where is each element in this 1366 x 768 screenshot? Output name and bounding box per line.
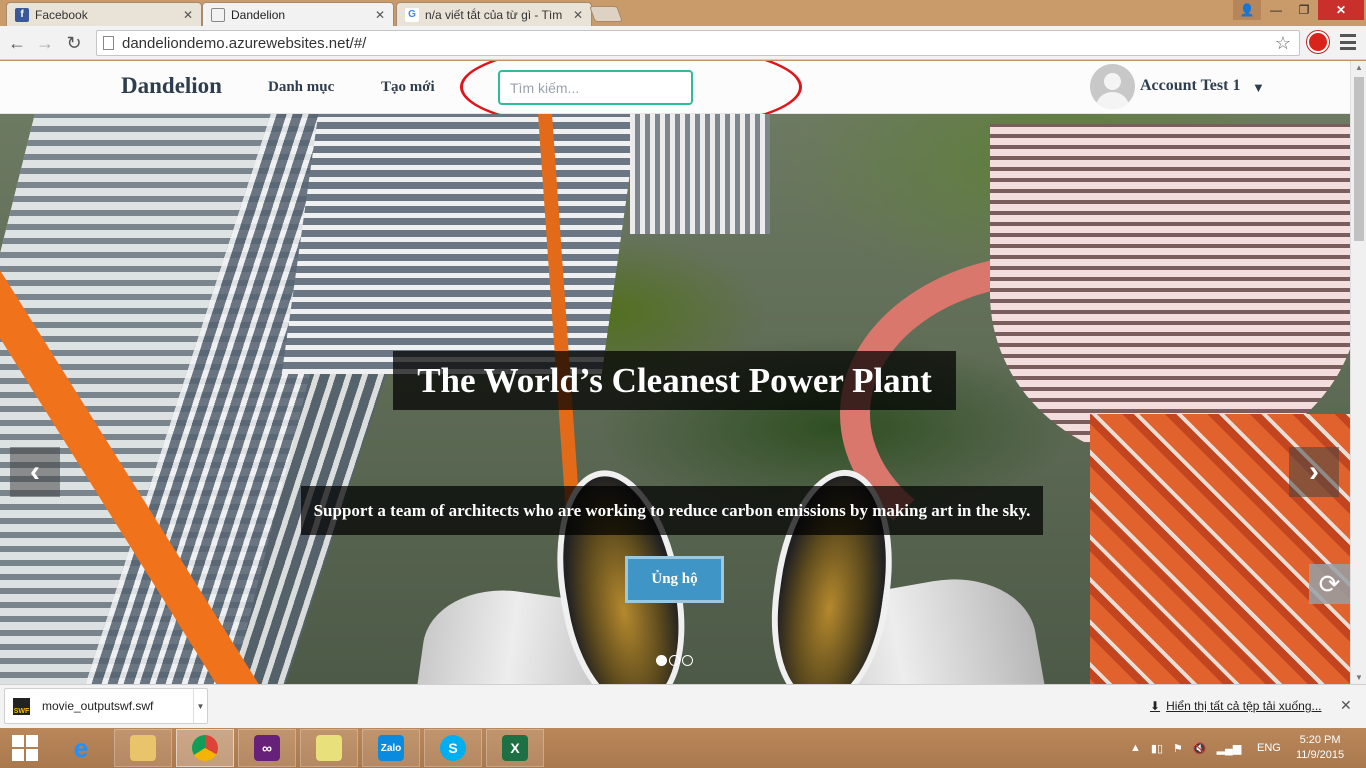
hero-photo-building	[630, 114, 770, 234]
tab-dandelion[interactable]: Dandelion ✕	[202, 2, 394, 26]
download-arrow-icon: ⬇	[1150, 699, 1161, 713]
hero-photo-building	[281, 114, 639, 374]
flag-icon[interactable]: ⚑	[1173, 742, 1183, 755]
chevron-down-icon[interactable]: ▼	[193, 689, 207, 723]
minimize-button[interactable]: —	[1262, 0, 1290, 20]
network-icon[interactable]: ▮▯	[1151, 742, 1163, 755]
bookmark-star-icon[interactable]: ☆	[1275, 33, 1291, 54]
nav-categories[interactable]: Danh mục	[268, 79, 334, 96]
reload-icon[interactable]: ↻	[63, 32, 85, 54]
site-brand[interactable]: Dandelion	[121, 73, 222, 99]
taskbar-skype[interactable]: S	[424, 729, 482, 767]
avatar[interactable]	[1090, 64, 1135, 109]
nav-create[interactable]: Tạo mới	[381, 79, 435, 96]
chrome-icon	[192, 735, 218, 761]
chrome-menu-icon[interactable]	[1340, 34, 1356, 50]
windows-taskbar: e ∞ Zalo S X ▲ ▮▯ ⚑ 🔇 ▂▄▆ ENG 5:20 PM 11…	[0, 728, 1366, 768]
hero-title: The World’s Cleanest Power Plant	[393, 351, 956, 410]
sticky-notes-icon	[316, 735, 342, 761]
google-icon: G	[405, 7, 419, 22]
url-text: dandeliondemo.azurewebsites.net/#/	[122, 34, 367, 52]
support-button[interactable]: Ủng hộ	[625, 556, 724, 603]
folder-icon	[130, 735, 156, 761]
swf-file-icon: SWF	[13, 697, 30, 715]
download-item[interactable]: SWF movie_outputswf.swf ▼	[4, 688, 208, 724]
browser-toolbar: ← → ↻ dandeliondemo.azurewebsites.net/#/…	[0, 26, 1366, 60]
language-indicator[interactable]: ENG	[1257, 742, 1281, 754]
scroll-down-icon[interactable]: ▼	[1355, 673, 1363, 682]
taskbar-visual-studio[interactable]: ∞	[238, 729, 296, 767]
hero-carousel: The World’s Cleanest Power Plant Support…	[0, 114, 1350, 684]
address-bar[interactable]: dandeliondemo.azurewebsites.net/#/ ☆	[96, 30, 1300, 56]
zalo-icon: Zalo	[378, 735, 404, 761]
visual-studio-icon: ∞	[254, 735, 280, 761]
show-all-label: Hiển thị tất cả tệp tải xuống...	[1166, 699, 1322, 713]
close-icon[interactable]: ✕	[1340, 697, 1352, 714]
page-scrollbar[interactable]: ▲ ▼	[1350, 61, 1366, 684]
site-navbar: Dandelion Danh mục Tạo mới Account Test …	[0, 61, 1350, 133]
tab-label: Facebook	[35, 7, 88, 22]
skype-icon: S	[440, 735, 466, 761]
clock[interactable]: 5:20 PM 11/9/2015	[1296, 733, 1344, 763]
forward-icon[interactable]: →	[34, 32, 56, 54]
internet-explorer-icon: e	[73, 732, 89, 763]
page-icon	[211, 7, 225, 22]
facebook-icon: f	[15, 7, 29, 22]
scroll-up-icon[interactable]: ▲	[1355, 63, 1363, 72]
show-all-downloads-link[interactable]: ⬇ Hiển thị tất cả tệp tải xuống...	[1150, 699, 1322, 713]
hero-subtitle: Support a team of architects who are wor…	[301, 486, 1043, 535]
back-icon[interactable]: ←	[6, 32, 28, 54]
close-icon[interactable]: ✕	[573, 8, 583, 22]
user-profile-icon[interactable]: 👤	[1233, 0, 1261, 20]
tray-expand-icon[interactable]: ▲	[1130, 742, 1141, 754]
tab-label: Dandelion	[231, 7, 286, 22]
volume-muted-icon[interactable]: 🔇	[1193, 742, 1207, 755]
tab-strip: f Facebook ✕ Dandelion ✕ G n/a viết tắt …	[0, 0, 1366, 26]
download-filename: movie_outputswf.swf	[42, 699, 154, 713]
caret-down-icon[interactable]: ▼	[1252, 80, 1265, 96]
carousel-indicators	[656, 655, 693, 666]
taskbar-internet-explorer[interactable]: e	[52, 729, 110, 767]
carousel-dot[interactable]	[656, 655, 667, 666]
new-tab-button[interactable]	[589, 6, 623, 22]
carousel-dot[interactable]	[669, 655, 680, 666]
page-viewport: Dandelion Danh mục Tạo mới Account Test …	[0, 61, 1350, 684]
signal-icon[interactable]: ▂▄▆	[1217, 742, 1242, 755]
close-icon[interactable]: ✕	[183, 8, 193, 22]
taskbar-file-explorer[interactable]	[114, 729, 172, 767]
tab-label: n/a viết tắt của từ gì - Tìm	[425, 7, 563, 22]
taskbar-sticky-notes[interactable]	[300, 729, 358, 767]
page-icon	[103, 36, 114, 50]
clock-time: 5:20 PM	[1299, 734, 1341, 746]
extension-icon[interactable]	[1307, 31, 1329, 53]
download-bar: SWF movie_outputswf.swf ▼ ⬇ Hiển thị tất…	[0, 684, 1366, 728]
taskbar-excel[interactable]: X	[486, 729, 544, 767]
close-icon[interactable]: ✕	[375, 8, 385, 22]
tab-google-search[interactable]: G n/a viết tắt của từ gì - Tìm ✕	[396, 2, 592, 26]
system-tray: ▲ ▮▯ ⚑ 🔇 ▂▄▆	[1130, 728, 1241, 768]
carousel-dot[interactable]	[682, 655, 693, 666]
tab-facebook[interactable]: f Facebook ✕	[6, 2, 202, 26]
taskbar-chrome[interactable]	[176, 729, 234, 767]
maximize-button[interactable]: ❐	[1290, 0, 1318, 20]
hero-photo-building	[990, 124, 1350, 464]
clock-date: 11/9/2015	[1296, 749, 1345, 761]
excel-icon: X	[502, 735, 528, 761]
taskbar-zalo[interactable]: Zalo	[362, 729, 420, 767]
chevron-left-icon[interactable]: ‹	[10, 447, 60, 497]
scrollbar-thumb[interactable]	[1354, 77, 1364, 241]
start-button[interactable]	[0, 729, 50, 767]
chevron-right-icon[interactable]: ›	[1289, 447, 1339, 497]
windows-logo-icon	[12, 735, 38, 761]
close-window-button[interactable]: ✕	[1318, 0, 1364, 20]
refresh-icon[interactable]: ⟳	[1309, 564, 1350, 604]
search-input[interactable]	[498, 70, 693, 105]
account-name[interactable]: Account Test 1	[1140, 77, 1240, 95]
